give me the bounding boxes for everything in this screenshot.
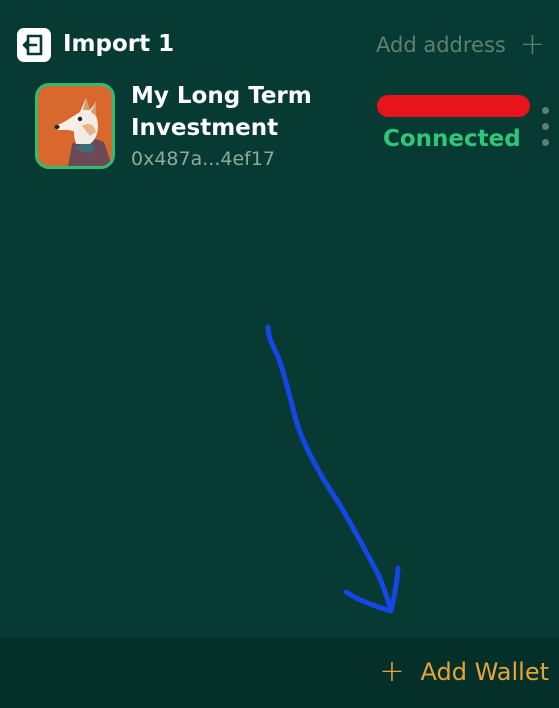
plus-icon: + bbox=[379, 654, 405, 689]
footer-bar: + Add Wallet bbox=[0, 638, 559, 708]
import-icon bbox=[17, 28, 51, 62]
account-header: Import 1 Add address + bbox=[0, 0, 559, 80]
dog-avatar bbox=[35, 83, 115, 169]
wallet-list-item[interactable]: My Long Term Investment 0x487a...4ef17 C… bbox=[0, 80, 559, 180]
more-vertical-icon[interactable] bbox=[539, 105, 551, 146]
wallet-name: My Long Term Investment bbox=[131, 83, 312, 141]
redaction-mark bbox=[377, 95, 530, 117]
account-title: Import 1 bbox=[63, 31, 175, 57]
add-wallet-label: Add Wallet bbox=[420, 658, 549, 686]
add-address-label: Add address bbox=[376, 33, 506, 57]
add-address-button[interactable]: Add address + bbox=[376, 27, 545, 62]
plus-icon: + bbox=[519, 27, 545, 62]
wallet-address: 0x487a...4ef17 bbox=[131, 148, 276, 170]
add-wallet-button[interactable]: + Add Wallet bbox=[379, 656, 549, 688]
connection-status: Connected bbox=[383, 126, 521, 152]
